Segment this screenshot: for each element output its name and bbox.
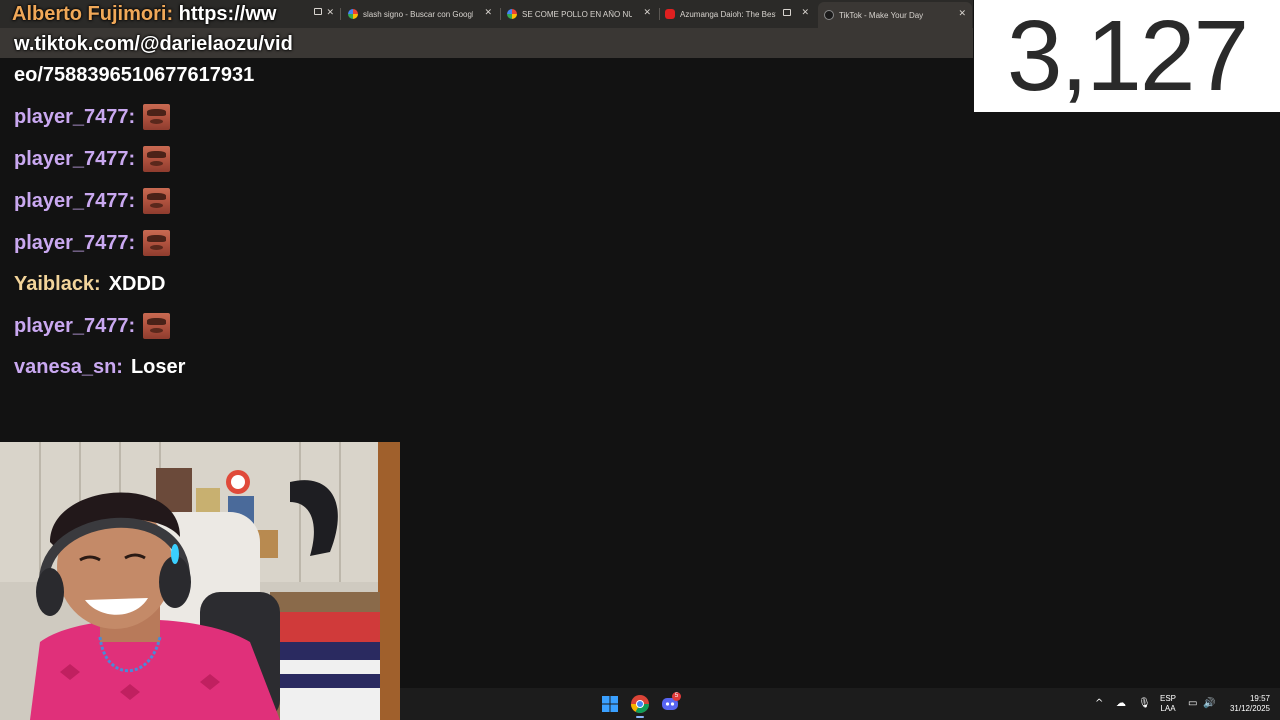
close-icon[interactable]: ✕ [801,7,809,18]
face-emote [143,313,171,339]
media-icon [314,8,322,15]
tab-azumanga[interactable]: Azumanga Daioh: The Best ✕ [665,4,811,24]
chat-username: Yaiblack: [14,272,101,295]
tab-separator [659,8,660,20]
chat-username: vanesa_sn: [14,355,123,378]
face-emote [143,188,171,214]
chat-link-line[interactable]: w.tiktok.com/@darielaozu/vid [14,30,293,58]
tab-label: Azumanga Daioh: The Best [680,9,776,19]
webcam-image [0,442,400,720]
chat-username: player_7477: [14,231,136,254]
notification-badge: 5 [672,692,681,701]
tab-tiktok[interactable]: TikTok - Make Your Day ✕ [818,2,972,28]
clock[interactable]: 19:57 31/12/2025 [1222,694,1270,714]
chat-username: player_7477: [14,147,136,170]
chat-text: Loser [130,355,186,378]
chat-link-line[interactable]: eo/7588396510677617931 [14,61,254,89]
counter-value: 3,127 [1006,0,1249,112]
close-icon[interactable]: ✕ [484,7,492,18]
chat-username: Alberto Fujimori: [12,3,174,25]
tab-label: slash signo - Buscar con Google [363,9,473,19]
google-icon [507,9,517,19]
chat-message: vanesa_sn: Loser [14,353,185,381]
onedrive-icon[interactable]: ☁ [1116,698,1126,710]
chat-message: player_7477: [14,187,171,215]
chat-message: Yaiblack: XDDD [14,270,165,298]
tab-label: TikTok - Make Your Day [839,10,924,20]
tab-slash-signo[interactable]: slash signo - Buscar con Google ✕ [348,4,494,24]
clock-date: 31/12/2025 [1229,704,1270,713]
tab-label: SE COME POLLO EN AÑO NUEVO [522,9,632,19]
tiktok-icon [824,10,834,20]
chrome-icon[interactable] [630,694,650,718]
chat-text: XDDD [108,272,166,295]
language-bottom: LAA [1160,704,1176,713]
language-indicator[interactable]: ESP LAA [1158,694,1178,714]
chat-message: player_7477: [14,103,171,131]
webcam-feed [0,442,400,720]
tab-separator [500,8,501,20]
chat-message: player_7477: [14,145,171,173]
tab-separator [340,8,341,20]
media-icon [783,9,791,16]
stream-screen: pp ✕ slash signo - Buscar con Google ✕ S… [0,0,1280,720]
network-icon[interactable]: ▭ [1188,698,1197,710]
face-emote [143,230,171,256]
chat-message: player_7477: [14,312,171,340]
active-indicator [636,716,644,718]
close-icon[interactable]: ✕ [958,8,966,19]
tab-se-come-pollo[interactable]: SE COME POLLO EN AÑO NUEVO ✕ [507,4,653,24]
chat-message: player_7477: [14,229,171,257]
windows-start-icon[interactable] [602,696,618,712]
close-icon[interactable]: ✕ [326,7,334,18]
youtube-icon [665,9,675,19]
microphone-icon[interactable]: 🎙 [1138,698,1151,710]
google-icon [348,9,358,19]
close-icon[interactable]: ✕ [643,7,651,18]
discord-icon[interactable]: 5 [660,692,681,714]
counter-panel: 3,127 [974,0,1280,112]
clock-time: 19:57 [1249,694,1270,703]
chat-link-part[interactable]: https://ww [179,3,277,25]
chat-message-link: Alberto Fujimori: https://ww [12,0,276,28]
face-emote [143,104,171,130]
language-top: ESP [1159,694,1176,703]
volume-icon[interactable]: 🔊 [1203,698,1215,710]
face-emote [143,146,171,172]
chat-username: player_7477: [14,189,136,212]
taskbar: 5 ^ ☁ 🎙 ESP LAA ▭ 🔊 19:57 31/12/2025 [400,688,1280,720]
chevron-up-icon[interactable]: ^ [1095,698,1103,710]
chat-username: player_7477: [14,105,136,128]
chat-username: player_7477: [14,314,136,337]
